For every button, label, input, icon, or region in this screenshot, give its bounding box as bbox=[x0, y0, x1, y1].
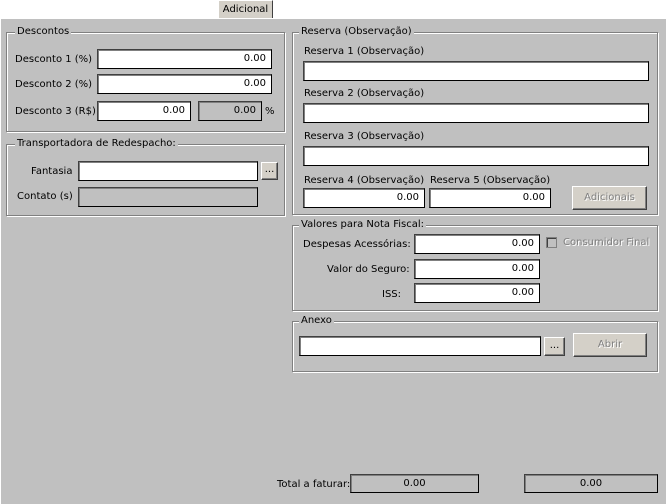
anexo-title: Anexo bbox=[299, 315, 334, 327]
descontos-title: Descontos bbox=[15, 26, 72, 38]
iss-label: ISS: bbox=[382, 289, 402, 300]
reserva3-label: Reserva 3 (Observação) bbox=[304, 131, 425, 142]
reserva2-field[interactable] bbox=[303, 103, 649, 123]
percent-symbol: % bbox=[265, 106, 275, 117]
reserva1-field[interactable] bbox=[303, 61, 649, 81]
tab-adicional[interactable]: Adicional bbox=[218, 0, 273, 19]
desconto2-label: Desconto 2 (%) bbox=[15, 79, 93, 90]
desconto1-field[interactable]: 0.00 bbox=[97, 49, 272, 69]
reserva-title: Reserva (Observação) bbox=[299, 26, 414, 38]
despesas-field[interactable]: 0.00 bbox=[414, 234, 540, 254]
reserva5-label: Reserva 5 (Observação) bbox=[430, 175, 551, 186]
despesas-label: Despesas Acessórias: bbox=[303, 239, 411, 250]
fantasia-label: Fantasia bbox=[31, 166, 73, 177]
transportadora-group: Transportadora de Redespacho: Fantasia .… bbox=[6, 138, 285, 216]
reserva4-label: Reserva 4 (Observação) bbox=[304, 175, 425, 186]
contato-label: Contato (s) bbox=[17, 191, 73, 202]
reserva2-label: Reserva 2 (Observação) bbox=[304, 88, 425, 99]
consumidor-final-checkbox[interactable] bbox=[546, 237, 557, 248]
desconto3-field[interactable]: 0.00 bbox=[97, 101, 191, 121]
nota-fiscal-group: Valores para Nota Fiscal: Despesas Acess… bbox=[292, 219, 658, 311]
total-secondary-field: 0.00 bbox=[524, 474, 658, 493]
seguro-field[interactable]: 0.00 bbox=[414, 259, 540, 279]
reserva5-field[interactable]: 0.00 bbox=[429, 188, 551, 208]
abrir-button[interactable]: Abrir bbox=[573, 333, 647, 357]
fantasia-field[interactable] bbox=[78, 161, 258, 181]
seguro-label: Valor do Seguro: bbox=[327, 264, 410, 275]
consumidor-final-label: Consumidor Final bbox=[563, 237, 650, 248]
desconto2-field[interactable]: 0.00 bbox=[97, 74, 272, 94]
total-field: 0.00 bbox=[350, 474, 479, 493]
contato-field bbox=[78, 187, 258, 207]
anexo-group: Anexo ... Abrir bbox=[292, 315, 658, 372]
reserva-group: Reserva (Observação) Reserva 1 (Observaç… bbox=[292, 26, 658, 215]
fantasia-browse-button[interactable]: ... bbox=[261, 162, 278, 180]
nota-fiscal-title: Valores para Nota Fiscal: bbox=[299, 219, 427, 231]
anexo-field[interactable] bbox=[299, 336, 541, 356]
reserva3-field[interactable] bbox=[303, 146, 649, 166]
tab-label: Adicional bbox=[222, 4, 269, 15]
anexo-browse-button[interactable]: ... bbox=[544, 337, 565, 356]
descontos-group: Descontos Desconto 1 (%) 0.00 Desconto 2… bbox=[6, 26, 285, 132]
desconto3-label: Desconto 3 (R$) bbox=[15, 106, 96, 117]
total-label: Total a faturar: bbox=[277, 479, 351, 490]
reserva1-label: Reserva 1 (Observação) bbox=[304, 46, 425, 57]
desconto3-percent-field: 0.00 bbox=[198, 101, 262, 121]
transportadora-title: Transportadora de Redespacho: bbox=[15, 138, 178, 150]
reserva4-field[interactable]: 0.00 bbox=[303, 188, 425, 208]
main-panel: Descontos Desconto 1 (%) 0.00 Desconto 2… bbox=[0, 18, 666, 504]
desconto1-label: Desconto 1 (%) bbox=[15, 54, 93, 65]
adicionais-button[interactable]: Adicionais bbox=[572, 186, 647, 210]
iss-field[interactable]: 0.00 bbox=[414, 283, 540, 303]
